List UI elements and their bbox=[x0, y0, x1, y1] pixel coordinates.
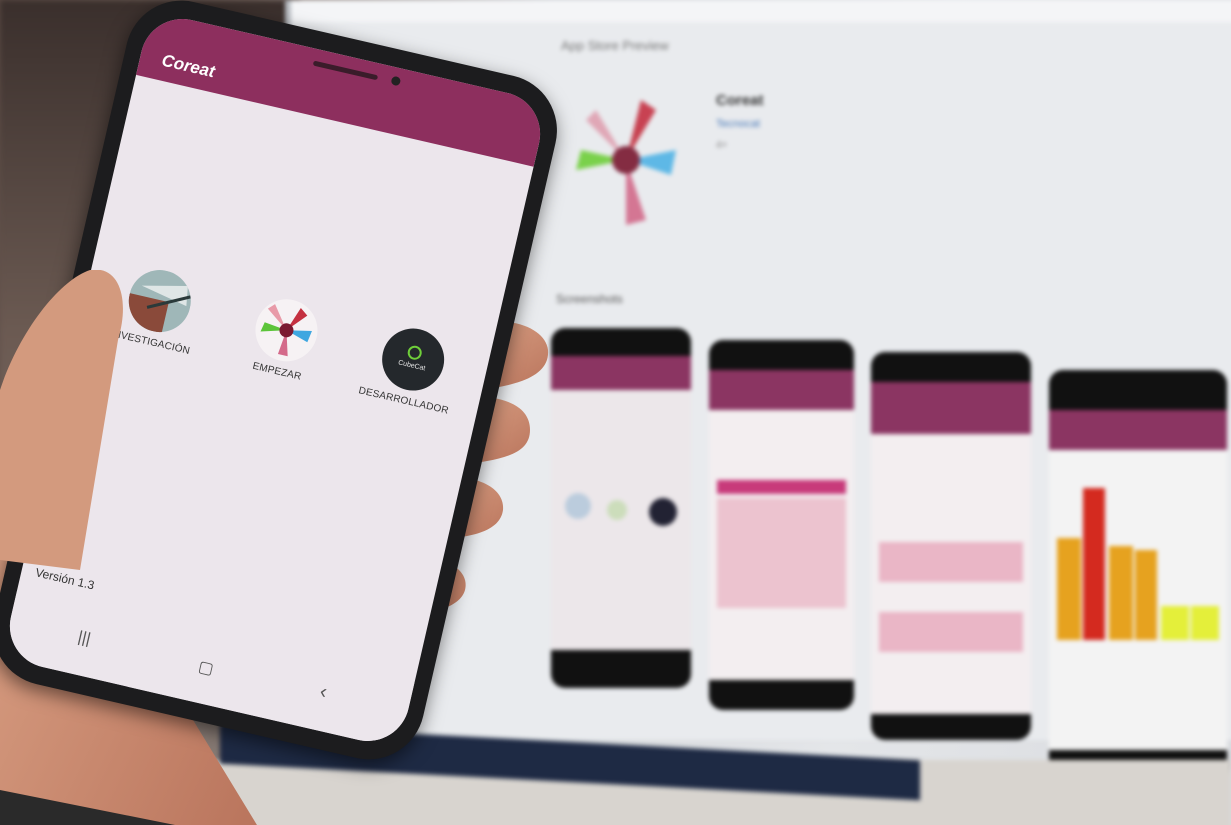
speaker-grille bbox=[312, 60, 379, 81]
front-camera bbox=[390, 75, 402, 87]
thumb-illustration bbox=[0, 270, 123, 570]
recent-apps-button[interactable]: ||| bbox=[76, 629, 92, 649]
app-title: Coreat bbox=[159, 50, 217, 82]
store-screenshot-2 bbox=[709, 340, 854, 710]
store-screenshot-3 bbox=[871, 352, 1031, 740]
store-screenshot-4 bbox=[1049, 370, 1227, 780]
app-store-icon bbox=[576, 100, 676, 225]
menu-item-desarrollador[interactable]: CubeCat DESARROLLADOR bbox=[344, 316, 479, 420]
store-app-developer: Tecnocat bbox=[716, 118, 761, 130]
photo-scene: App Store Preview Coreat Tecnocat 4+ Scr… bbox=[0, 0, 1231, 825]
cubecat-logo-icon: CubeCat bbox=[375, 322, 451, 397]
store-app-age: 4+ bbox=[716, 140, 728, 151]
colorful-hands-icon bbox=[249, 293, 324, 368]
menu-item-empezar[interactable]: EMPEZAR bbox=[217, 287, 352, 391]
store-app-name: Coreat bbox=[716, 92, 764, 109]
monitor-browser-bar bbox=[291, 0, 1231, 22]
home-button[interactable]: ▢ bbox=[196, 656, 216, 679]
store-page-title: App Store Preview bbox=[561, 38, 669, 53]
back-button[interactable]: ‹ bbox=[317, 680, 329, 704]
